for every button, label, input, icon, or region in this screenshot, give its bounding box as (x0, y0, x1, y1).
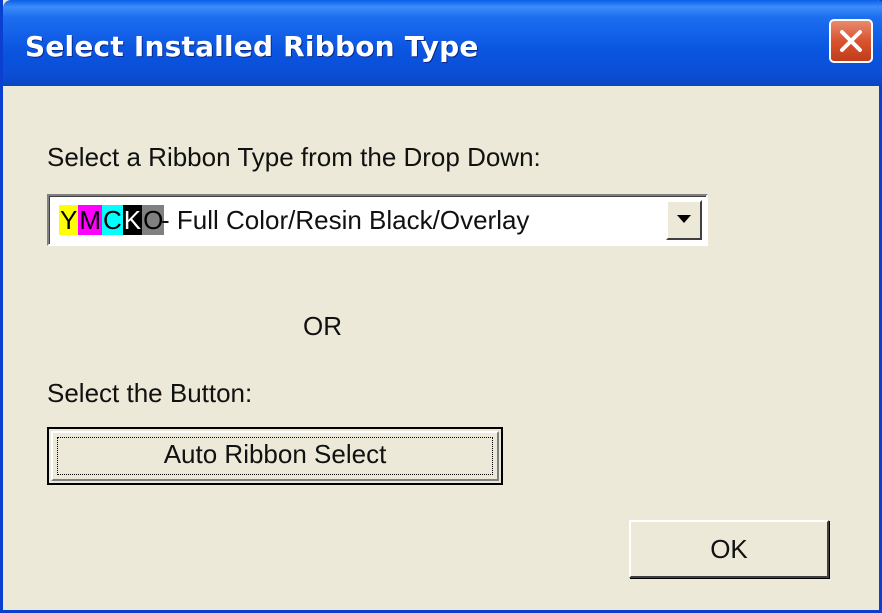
window-title: Select Installed Ribbon Type (25, 30, 479, 63)
auto-ribbon-select-label: Auto Ribbon Select (163, 439, 387, 469)
dialog-window: Select Installed Ribbon Type Select a Ri… (0, 0, 882, 613)
ribbon-code-k: K (122, 205, 143, 235)
or-separator: OR (303, 311, 342, 341)
ok-button[interactable]: OK (629, 520, 829, 578)
ribbon-code: Y M C K O (59, 205, 165, 235)
ribbon-code-c: C (102, 205, 123, 235)
chevron-down-icon (677, 215, 691, 223)
ribbon-code-m: M (78, 205, 103, 235)
close-button[interactable] (829, 19, 873, 63)
button-prompt: Select the Button: (47, 378, 253, 408)
close-icon (840, 30, 862, 52)
title-bar[interactable]: Select Installed Ribbon Type (3, 0, 882, 86)
dropdown-arrow-button[interactable] (666, 200, 702, 240)
ok-label: OK (710, 534, 748, 564)
ribbon-type-dropdown[interactable]: Y M C K O - Full Color/Resin Black/Overl… (47, 194, 708, 246)
ribbon-type-selected-text: - Full Color/Resin Black/Overlay (161, 205, 530, 235)
auto-ribbon-select-button[interactable]: Auto Ribbon Select (47, 427, 503, 485)
dropdown-prompt: Select a Ribbon Type from the Drop Down: (47, 142, 541, 172)
ribbon-code-y: Y (59, 205, 79, 235)
